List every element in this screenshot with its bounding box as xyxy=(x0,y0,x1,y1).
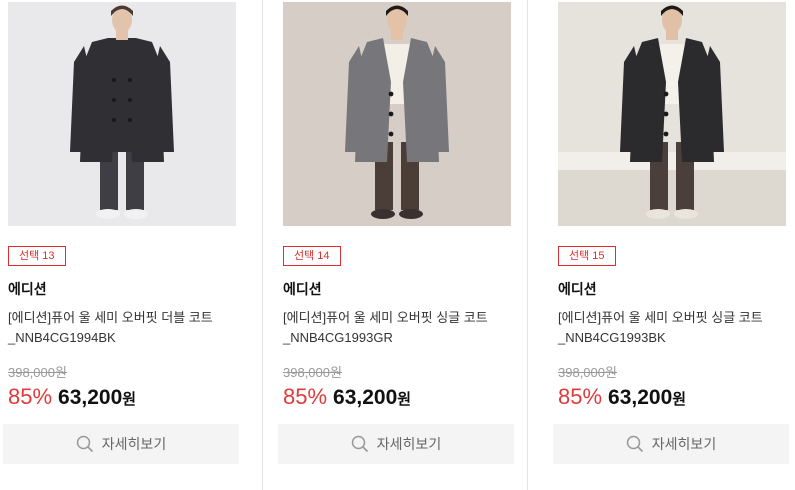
product-code: _NNB4CG1994BK xyxy=(8,330,116,345)
price-line: 85% 63,200원 xyxy=(558,384,686,410)
discount-rate: 85% xyxy=(8,384,53,409)
selection-badge: 선택 13 xyxy=(8,246,66,266)
product-code: _NNB4CG1993GR xyxy=(283,330,393,345)
discount-rate: 85% xyxy=(283,384,328,409)
view-details-label: 자세히보기 xyxy=(101,437,167,453)
column-divider xyxy=(262,0,263,490)
product-image[interactable] xyxy=(8,2,236,226)
view-details-button[interactable]: 자세히보기 xyxy=(553,424,789,464)
search-icon xyxy=(76,435,93,453)
product-title-line: [에디션]퓨어 울 세미 오버핏 더블 코트 xyxy=(8,310,213,325)
original-price: 398,000원 xyxy=(8,365,67,380)
view-details-button[interactable]: 자세히보기 xyxy=(278,424,514,464)
currency-unit: 원 xyxy=(397,391,412,408)
search-icon xyxy=(626,435,643,453)
model-photo xyxy=(8,2,236,226)
brand-name: 에디션 xyxy=(283,282,322,298)
sale-price: 63,200 xyxy=(333,386,398,409)
view-details-label: 자세히보기 xyxy=(651,437,717,453)
currency-unit: 원 xyxy=(672,391,687,408)
model-photo xyxy=(283,2,511,226)
product-card[interactable]: 선택 14 에디션 [에디션]퓨어 울 세미 오버핏 싱글 코트 _NNB4CG… xyxy=(278,0,514,490)
selection-badge: 선택 14 xyxy=(283,246,341,266)
product-title[interactable]: [에디션]퓨어 울 세미 오버핏 싱글 코트 _NNB4CG1993BK xyxy=(558,308,790,348)
column-divider xyxy=(527,0,528,490)
currency-unit: 원 xyxy=(122,391,137,408)
sale-price: 63,200 xyxy=(58,386,123,409)
product-title[interactable]: [에디션]퓨어 울 세미 오버핏 싱글 코트 _NNB4CG1993GR xyxy=(283,308,515,348)
product-title-line: [에디션]퓨어 울 세미 오버핏 싱글 코트 xyxy=(558,310,763,325)
product-code: _NNB4CG1993BK xyxy=(558,330,666,345)
search-icon xyxy=(351,435,368,453)
product-card[interactable]: 선택 13 에디션 [에디션]퓨어 울 세미 오버핏 더블 코트 _NNB4CG… xyxy=(3,0,239,490)
product-title-line: [에디션]퓨어 울 세미 오버핏 싱글 코트 xyxy=(283,310,488,325)
product-image[interactable] xyxy=(283,2,511,226)
brand-name: 에디션 xyxy=(8,282,47,298)
model-photo xyxy=(558,2,786,226)
discount-rate: 85% xyxy=(558,384,603,409)
product-card[interactable]: 선택 15 에디션 [에디션]퓨어 울 세미 오버핏 싱글 코트 _NNB4CG… xyxy=(553,0,789,490)
original-price: 398,000원 xyxy=(283,365,342,380)
price-line: 85% 63,200원 xyxy=(283,384,411,410)
sale-price: 63,200 xyxy=(608,386,673,409)
original-price: 398,000원 xyxy=(558,365,617,380)
product-image[interactable] xyxy=(558,2,786,226)
view-details-label: 자세히보기 xyxy=(376,437,442,453)
selection-badge: 선택 15 xyxy=(558,246,616,266)
product-title[interactable]: [에디션]퓨어 울 세미 오버핏 더블 코트 _NNB4CG1994BK xyxy=(8,308,240,348)
view-details-button[interactable]: 자세히보기 xyxy=(3,424,239,464)
price-line: 85% 63,200원 xyxy=(8,384,136,410)
brand-name: 에디션 xyxy=(558,282,597,298)
